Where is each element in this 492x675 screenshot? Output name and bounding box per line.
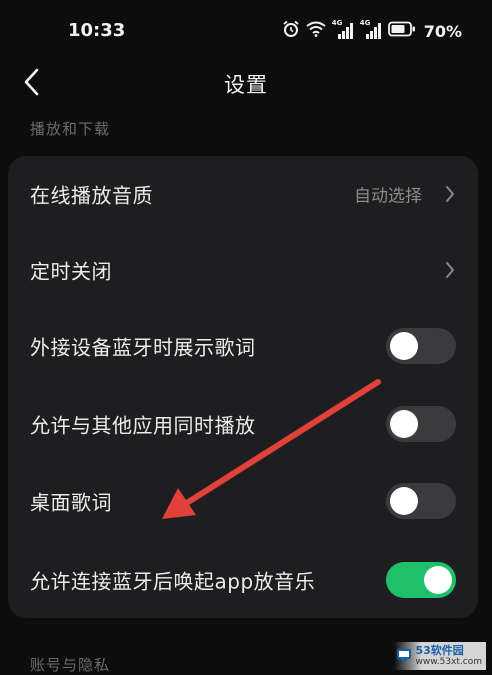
alarm-icon [282,20,300,42]
nav-bar: 设置 [0,56,492,108]
setting-label: 允许连接蓝牙后唤起app放音乐 [30,569,316,594]
toggle-knob [390,410,418,438]
setting-value: 自动选择 [354,186,422,207]
setting-row-bluetooth-lyrics: 外接设备蓝牙时展示歌词 [8,308,478,384]
watermark-text: 53软件园 www.53xt.com [415,645,482,667]
desktop-lyrics-toggle[interactable] [386,483,456,519]
status-time: 10:33 [68,20,126,41]
chevron-right-icon [446,262,454,278]
toggle-knob [390,332,418,360]
bluetooth-lyrics-toggle[interactable] [386,328,456,364]
cellular-signal-icon: 4G [332,19,354,41]
section-label-account-privacy: 账号与隐私 [30,656,111,674]
watermark-logo-icon [396,647,412,666]
status-icons: 4G 4G 70% [282,19,462,43]
toggle-knob [390,487,418,515]
page-title: 设置 [224,73,268,97]
setting-label: 桌面歌词 [30,490,112,515]
setting-row-desktop-lyrics: 桌面歌词 [8,463,478,539]
status-bar: 10:33 4G 4G 70% [0,0,492,62]
watermark-line-1: 53软件园 [415,644,464,658]
battery-percent: 70% [423,21,462,41]
toggle-knob [424,566,452,594]
mix-playback-toggle[interactable] [386,406,456,442]
setting-label: 在线播放音质 [30,183,153,208]
setting-row-online-audio-quality[interactable]: 在线播放音质 自动选择 [8,156,478,232]
bluetooth-autoplay-toggle[interactable] [386,562,456,598]
battery-icon [387,21,416,41]
chevron-right-icon [446,186,454,202]
section-label-playback: 播放和下载 [30,120,111,138]
setting-label: 定时关闭 [30,259,112,284]
setting-label: 允许与其他应用同时播放 [30,413,256,438]
cellular-signal-icon-2: 4G [360,19,382,41]
setting-row-mix-playback: 允许与其他应用同时播放 [8,386,478,462]
settings-card: 在线播放音质 自动选择 定时关闭 外接设备蓝牙时展示歌词 允许与其他应用同时播放… [8,156,478,618]
watermark: 53软件园 www.53xt.com [394,642,486,670]
setting-label: 外接设备蓝牙时展示歌词 [30,335,256,360]
setting-row-bluetooth-autoplay: 允许连接蓝牙后唤起app放音乐 [8,542,478,618]
setting-row-sleep-timer[interactable]: 定时关闭 [8,232,478,308]
wifi-icon [306,21,326,41]
watermark-line-2: www.53xt.com [415,656,482,667]
